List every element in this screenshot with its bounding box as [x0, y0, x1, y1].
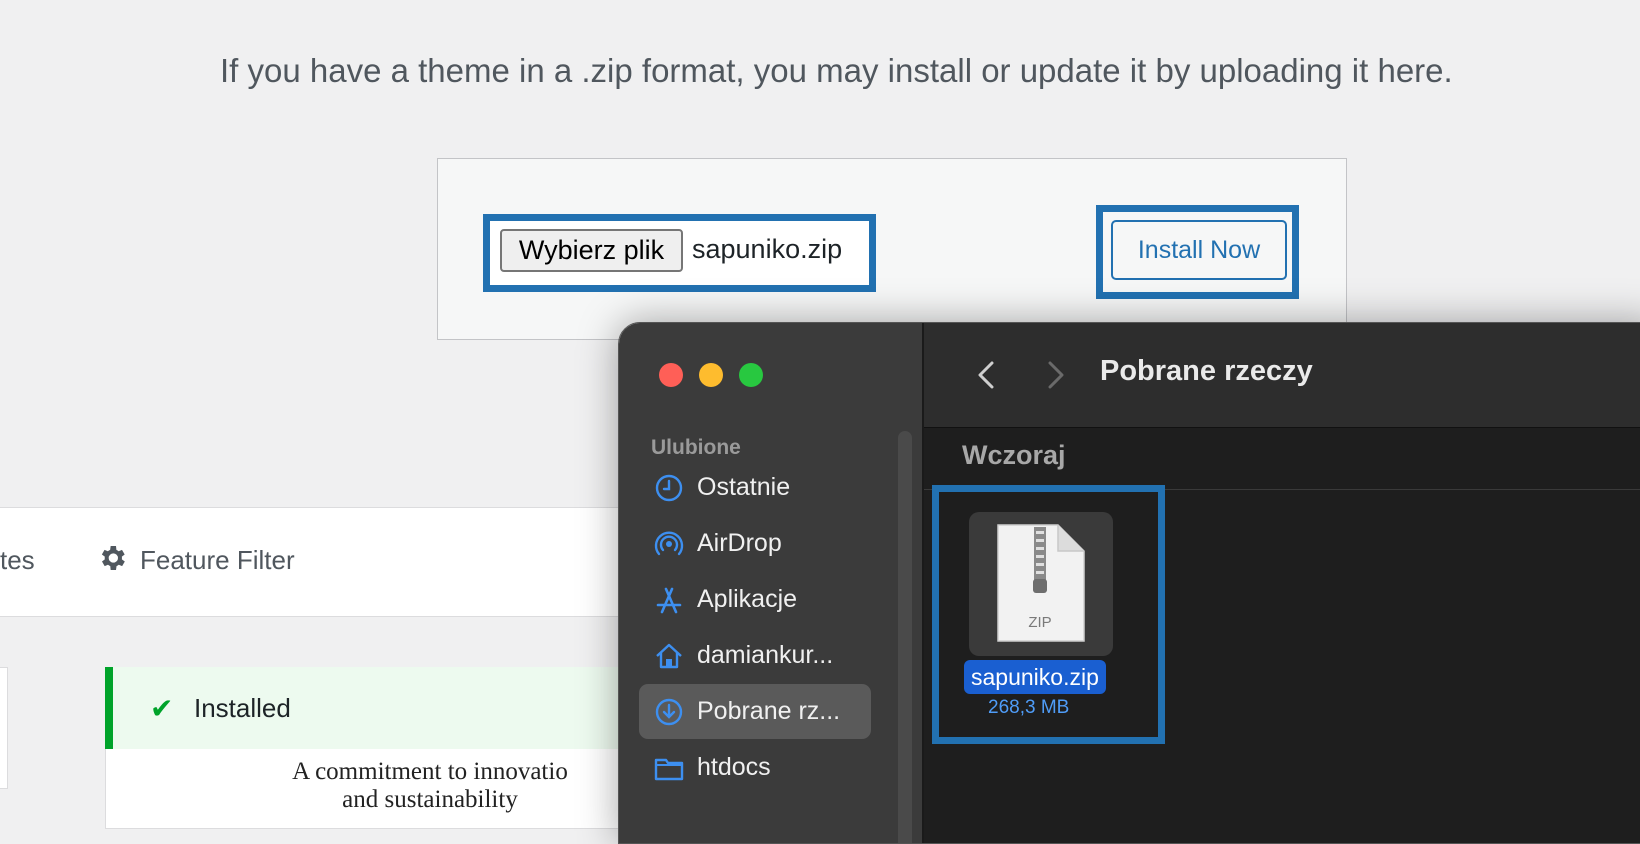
- favorites-section-label: Ulubione: [651, 436, 741, 459]
- sidebar-scrollbar[interactable]: [898, 431, 912, 843]
- file-size-label: 268,3 MB: [988, 697, 1070, 718]
- sidebar-item-htdocs[interactable]: htdocs: [639, 740, 871, 795]
- filter-tab-partial[interactable]: tes: [0, 545, 35, 576]
- file-picker-dialog: Ulubione Ostatnie AirDrop Aplikacje dami…: [618, 322, 1640, 844]
- selected-file-name: sapuniko.zip: [692, 234, 843, 264]
- forward-icon[interactable]: [1036, 355, 1076, 395]
- back-icon[interactable]: [966, 355, 1006, 395]
- sidebar-item-applications[interactable]: Aplikacje: [639, 572, 871, 627]
- sidebar-item-airdrop[interactable]: AirDrop: [639, 516, 871, 571]
- installed-label: Installed: [194, 693, 291, 723]
- zip-file-icon: ZIP: [997, 524, 1085, 642]
- install-now-button[interactable]: Install Now: [1111, 220, 1287, 280]
- checkmark-icon: ✔: [150, 693, 174, 724]
- sidebar-item-recents[interactable]: Ostatnie: [639, 460, 871, 515]
- minimize-window-button[interactable]: [699, 363, 723, 387]
- close-window-button[interactable]: [659, 363, 683, 387]
- finder-sidebar: Ulubione Ostatnie AirDrop Aplikacje dami…: [619, 323, 924, 843]
- airdrop-icon: [654, 531, 684, 556]
- sidebar-item-label: htdocs: [697, 753, 771, 781]
- sidebar-item-label: Aplikacje: [697, 585, 798, 613]
- folder-icon: [654, 758, 684, 781]
- sidebar-item-downloads[interactable]: Pobrane rz...: [639, 684, 871, 739]
- download-icon: [655, 698, 683, 726]
- clock-icon: [655, 474, 683, 502]
- folder-title: Pobrane rzeczy: [1100, 355, 1313, 387]
- sidebar-item-home[interactable]: damiankur...: [639, 628, 871, 683]
- sidebar-item-label: Ostatnie: [697, 473, 791, 501]
- date-group-label: Wczoraj: [962, 440, 1066, 470]
- theme-description-line-1: A commitment to innovatio: [292, 758, 568, 785]
- zip-type-label: ZIP: [1028, 614, 1051, 631]
- finder-content: Pobrane rzeczy Wczoraj ZIP sapuniko.zip …: [924, 323, 1640, 843]
- intro-text: If you have a theme in a .zip format, yo…: [220, 52, 1453, 89]
- zoom-window-button[interactable]: [739, 363, 763, 387]
- finder-toolbar: Pobrane rzeczy: [924, 323, 1640, 428]
- sidebar-item-label: damiankur...: [697, 641, 834, 669]
- sidebar-item-label: AirDrop: [697, 529, 782, 557]
- file-name-label[interactable]: sapuniko.zip: [964, 660, 1106, 694]
- installed-notice: [105, 667, 665, 749]
- choose-file-button[interactable]: Wybierz plik: [500, 229, 683, 272]
- feature-filter-link[interactable]: Feature Filter: [140, 545, 295, 576]
- gear-icon[interactable]: [96, 542, 128, 574]
- theme-description-line-2: and sustainability: [342, 786, 518, 813]
- sidebar-item-label: Pobrane rz...: [697, 697, 841, 725]
- applications-icon: [656, 587, 682, 614]
- theme-card-partial[interactable]: [0, 667, 8, 789]
- theme-filter-bar: tes Feature Filter: [0, 507, 660, 617]
- home-icon: [656, 643, 682, 669]
